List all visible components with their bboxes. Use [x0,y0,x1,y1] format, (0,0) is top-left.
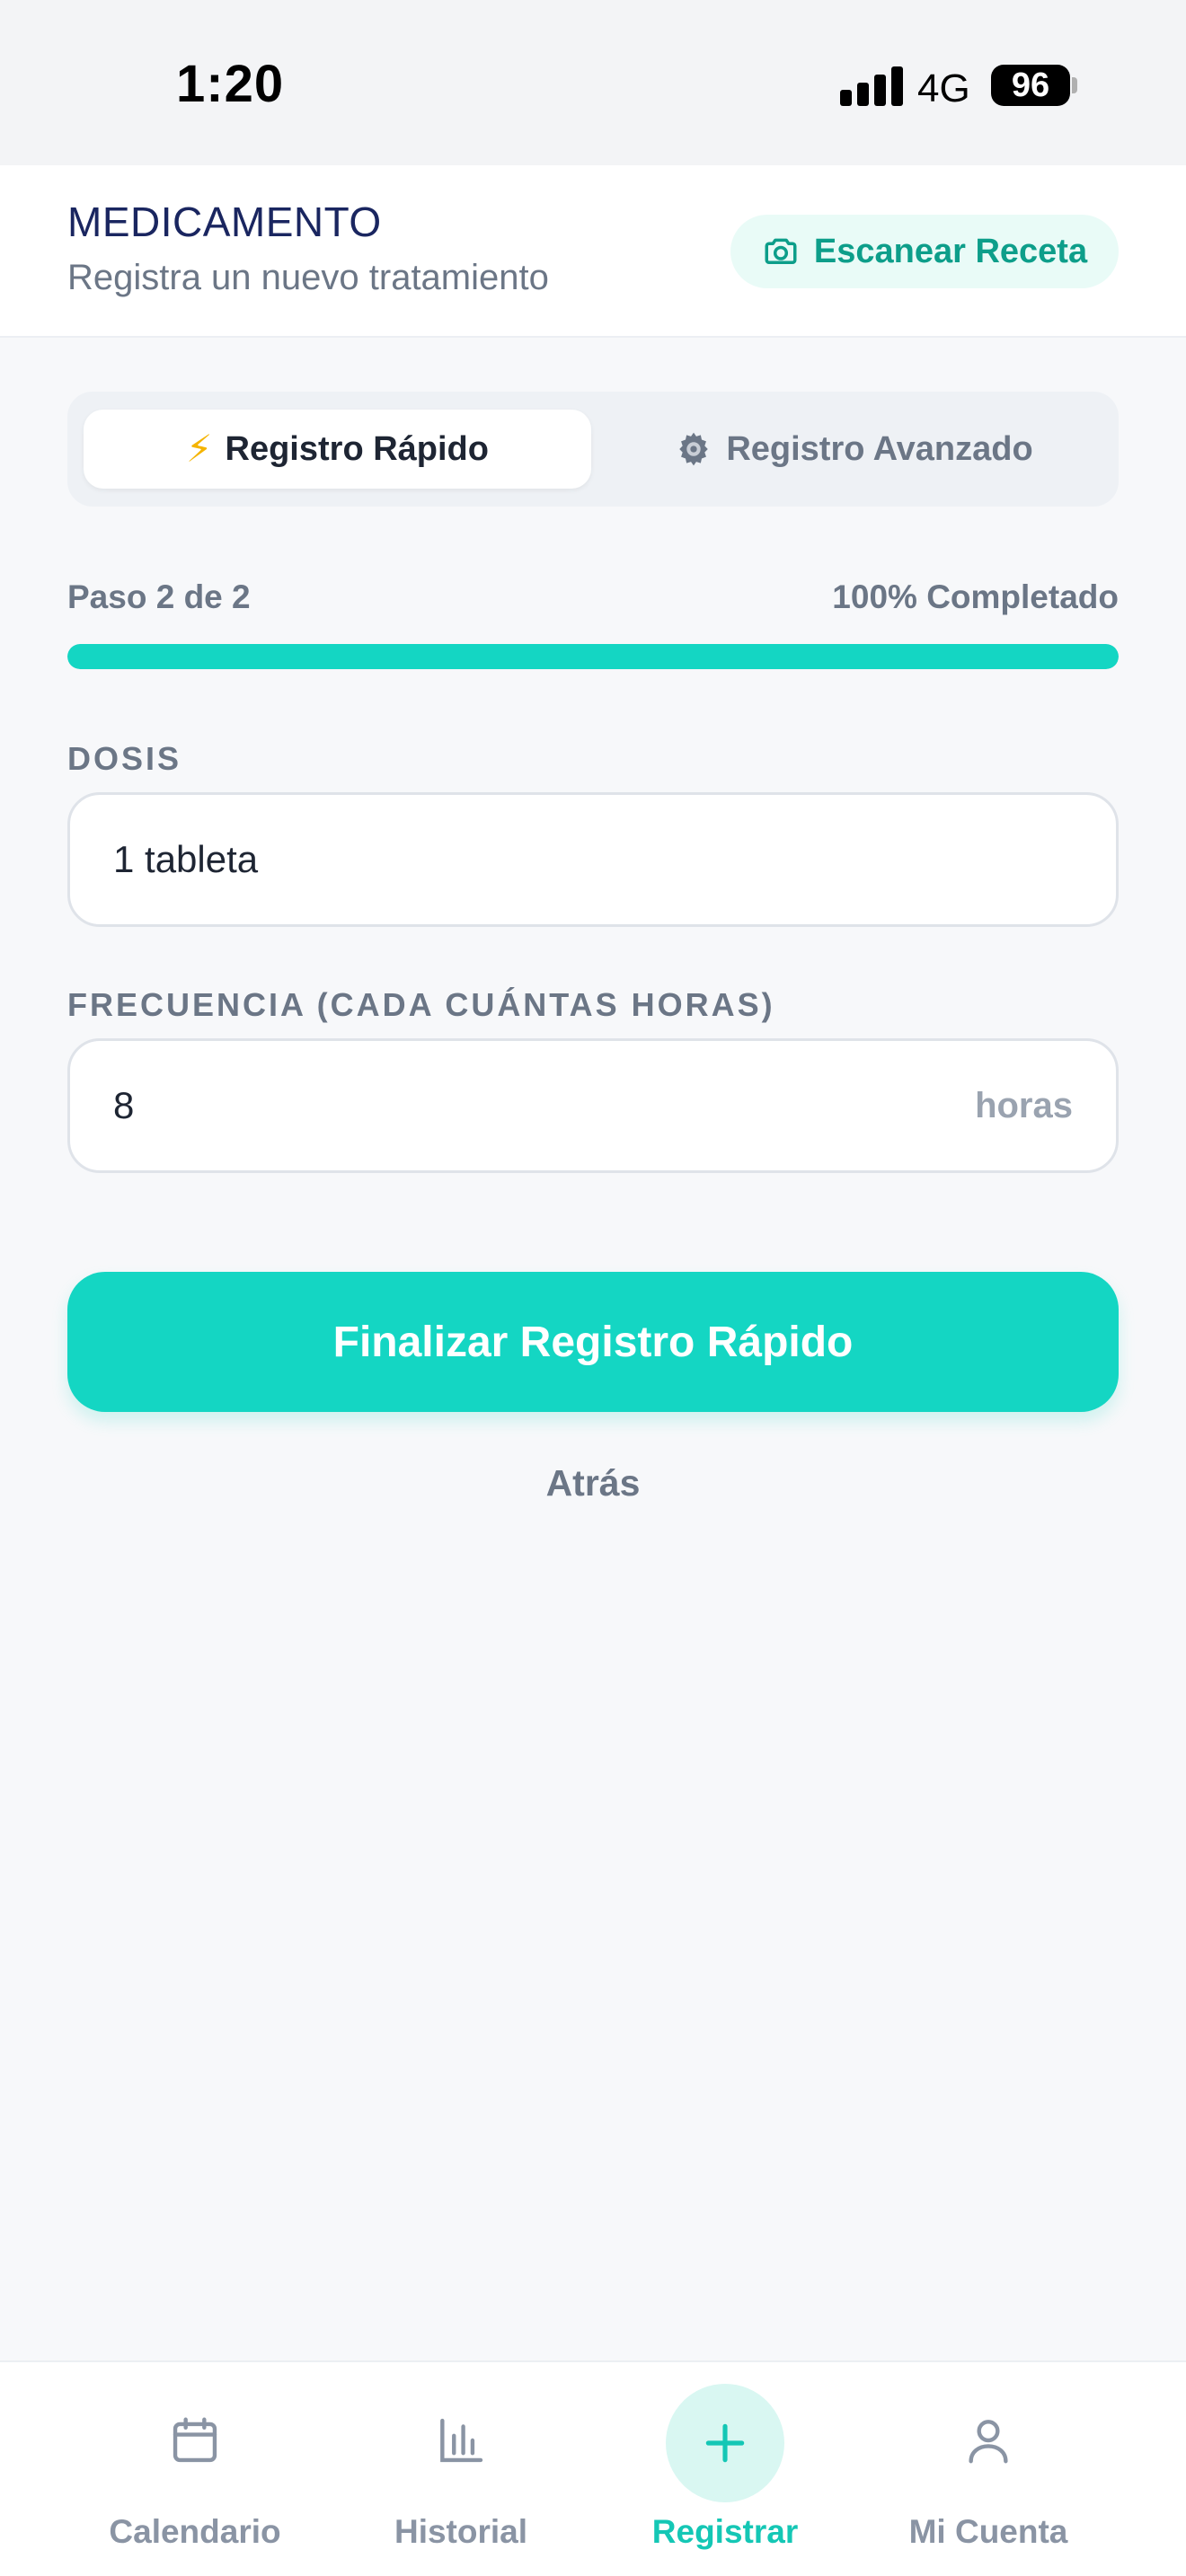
dose-value: 1 tableta [113,838,259,880]
status-time: 1:20 [176,55,285,113]
nav-item-calendar[interactable]: Calendario [65,2362,325,2576]
signal-icon [840,66,903,106]
progress-bar [67,644,1119,669]
nav-label: Historial [394,2513,528,2550]
finish-quick-register-button[interactable]: Finalizar Registro Rápido [67,1272,1119,1412]
dose-input[interactable]: 1 tableta [67,792,1119,927]
register-fab[interactable] [666,2384,784,2502]
battery-icon: 96 [991,65,1070,106]
frequency-label: FRECUENCIA (CADA CUÁNTAS HORAS) [67,986,775,1023]
step-indicator: Paso 2 de 2 [67,578,251,615]
tab-quick-register[interactable]: ⚡ Registro Rápido [84,410,591,489]
scan-prescription-button[interactable]: Escanear Receta [730,215,1119,288]
page-header: MEDICAMENTO Registra un nuevo tratamient… [0,165,1186,338]
dose-label: DOSIS [67,740,182,777]
plus-icon [705,2423,745,2463]
nav-label: Mi Cuenta [908,2513,1068,2550]
nav-label: Registrar [651,2513,799,2550]
frequency-unit: horas [975,1085,1073,1125]
status-bar: 1:20 4G 96 [0,0,1186,165]
nav-label: Calendario [109,2513,281,2550]
lightning-icon: ⚡ [186,428,213,470]
gear-icon [679,432,709,466]
calendar-icon [173,2417,217,2463]
page-title: MEDICAMENTO [67,198,382,245]
nav-item-account[interactable]: Mi Cuenta [858,2362,1119,2576]
camera-icon [765,238,797,264]
network-label: 4G [917,66,970,110]
battery-level: 96 [1011,66,1050,104]
nav-item-history[interactable]: Historial [331,2362,591,2576]
back-button[interactable]: Atrás [0,1462,1186,1504]
user-icon [969,2420,1008,2464]
bottom-navigation: Calendario Historial Registrar Mi Cuenta [0,2360,1186,2576]
page-subtitle: Registra un nuevo tratamiento [67,258,549,297]
nav-item-register[interactable]: Registrar [595,2362,855,2576]
tab-label: Registro Avanzado [726,429,1033,468]
scan-button-label: Escanear Receta [813,232,1088,270]
bar-chart-icon [440,2418,483,2463]
battery-tip [1072,77,1077,93]
mode-segmented-control: ⚡ Registro Rápido Registro Avanzado [67,392,1119,507]
app-screen: 1:20 4G 96 MEDICAMENTO Registra un nuevo… [0,0,1186,2576]
frequency-input[interactable]: 8 horas [67,1038,1119,1173]
tab-advanced-register[interactable]: Registro Avanzado [602,410,1105,489]
tab-label: Registro Rápido [225,429,489,468]
completion-percent: 100% Completado [832,578,1119,615]
frequency-value: 8 [113,1084,135,1126]
progress-fill [67,644,1119,669]
